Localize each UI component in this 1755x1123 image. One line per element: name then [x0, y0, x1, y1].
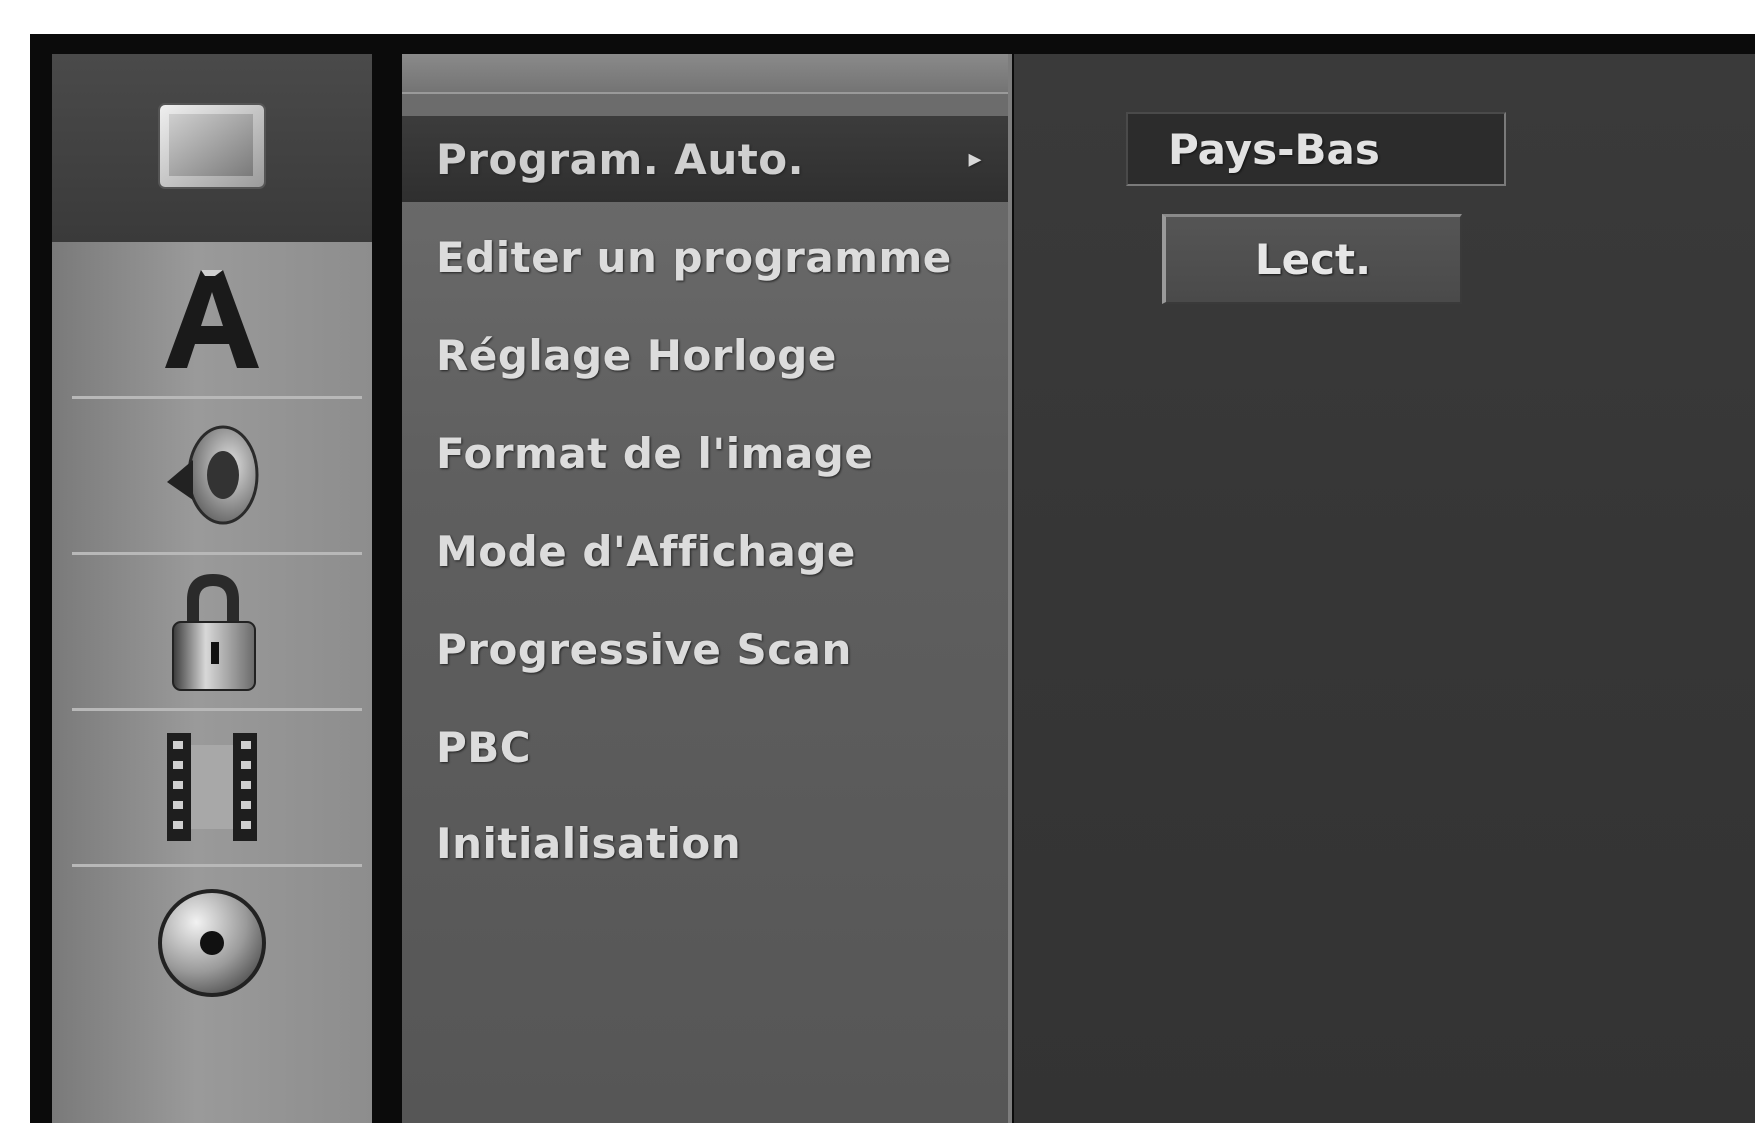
menu-item-progressive-scan[interactable]: Progressive Scan — [402, 606, 1010, 692]
menu-item-edit-program[interactable]: Editer un programme — [402, 214, 1010, 300]
divider — [72, 396, 362, 399]
menu-item-label: Progressive Scan — [436, 624, 852, 674]
category-language[interactable] — [52, 244, 372, 394]
tv-icon — [158, 103, 266, 189]
menu-item-display-mode[interactable]: Mode d'Affichage — [402, 508, 1010, 594]
menu-item-aspect-ratio[interactable]: Format de l'image — [402, 410, 1010, 496]
menu-item-label: Program. Auto. — [436, 134, 805, 184]
menu-item-label: Réglage Horloge — [436, 330, 837, 380]
menu-header-bar — [402, 54, 1010, 94]
category-lock[interactable] — [52, 556, 372, 706]
panel-divider — [1008, 54, 1012, 1123]
option-panel: Pays-Bas Lect. — [1014, 54, 1755, 1123]
film-icon — [167, 733, 257, 841]
divider — [72, 552, 362, 555]
lock-icon — [172, 574, 256, 691]
setup-screen: Program. Auto. ▸ Editer un programme Rég… — [30, 34, 1755, 1123]
menu-item-label: Mode d'Affichage — [436, 526, 856, 576]
menu-item-clock-set[interactable]: Réglage Horloge — [402, 312, 1010, 398]
category-audio[interactable] — [52, 400, 372, 550]
menu-item-pbc[interactable]: PBC — [402, 704, 1010, 790]
setup-menu: Program. Auto. ▸ Editer un programme Rég… — [402, 54, 1010, 1123]
country-select[interactable]: Pays-Bas — [1126, 112, 1506, 186]
language-icon — [165, 270, 259, 368]
play-button-label: Lect. — [1254, 235, 1372, 284]
country-value: Pays-Bas — [1168, 124, 1380, 174]
category-icon-column — [52, 54, 372, 1123]
divider — [72, 864, 362, 867]
menu-item-label: Format de l'image — [436, 428, 874, 478]
menu-item-label: PBC — [436, 722, 532, 772]
divider — [72, 708, 362, 711]
menu-item-auto-program[interactable]: Program. Auto. ▸ — [402, 116, 1010, 202]
category-film[interactable] — [52, 712, 372, 862]
menu-item-label: Editer un programme — [436, 232, 952, 282]
menu-item-factory-reset[interactable]: Initialisation — [402, 800, 1010, 886]
audio-icon — [167, 425, 259, 525]
category-general[interactable] — [52, 54, 372, 242]
disc-icon — [158, 889, 266, 997]
submenu-arrow-icon: ▸ — [968, 144, 982, 174]
menu-item-label: Initialisation — [436, 818, 742, 868]
category-disc[interactable] — [52, 868, 372, 1018]
play-button[interactable]: Lect. — [1162, 214, 1462, 304]
